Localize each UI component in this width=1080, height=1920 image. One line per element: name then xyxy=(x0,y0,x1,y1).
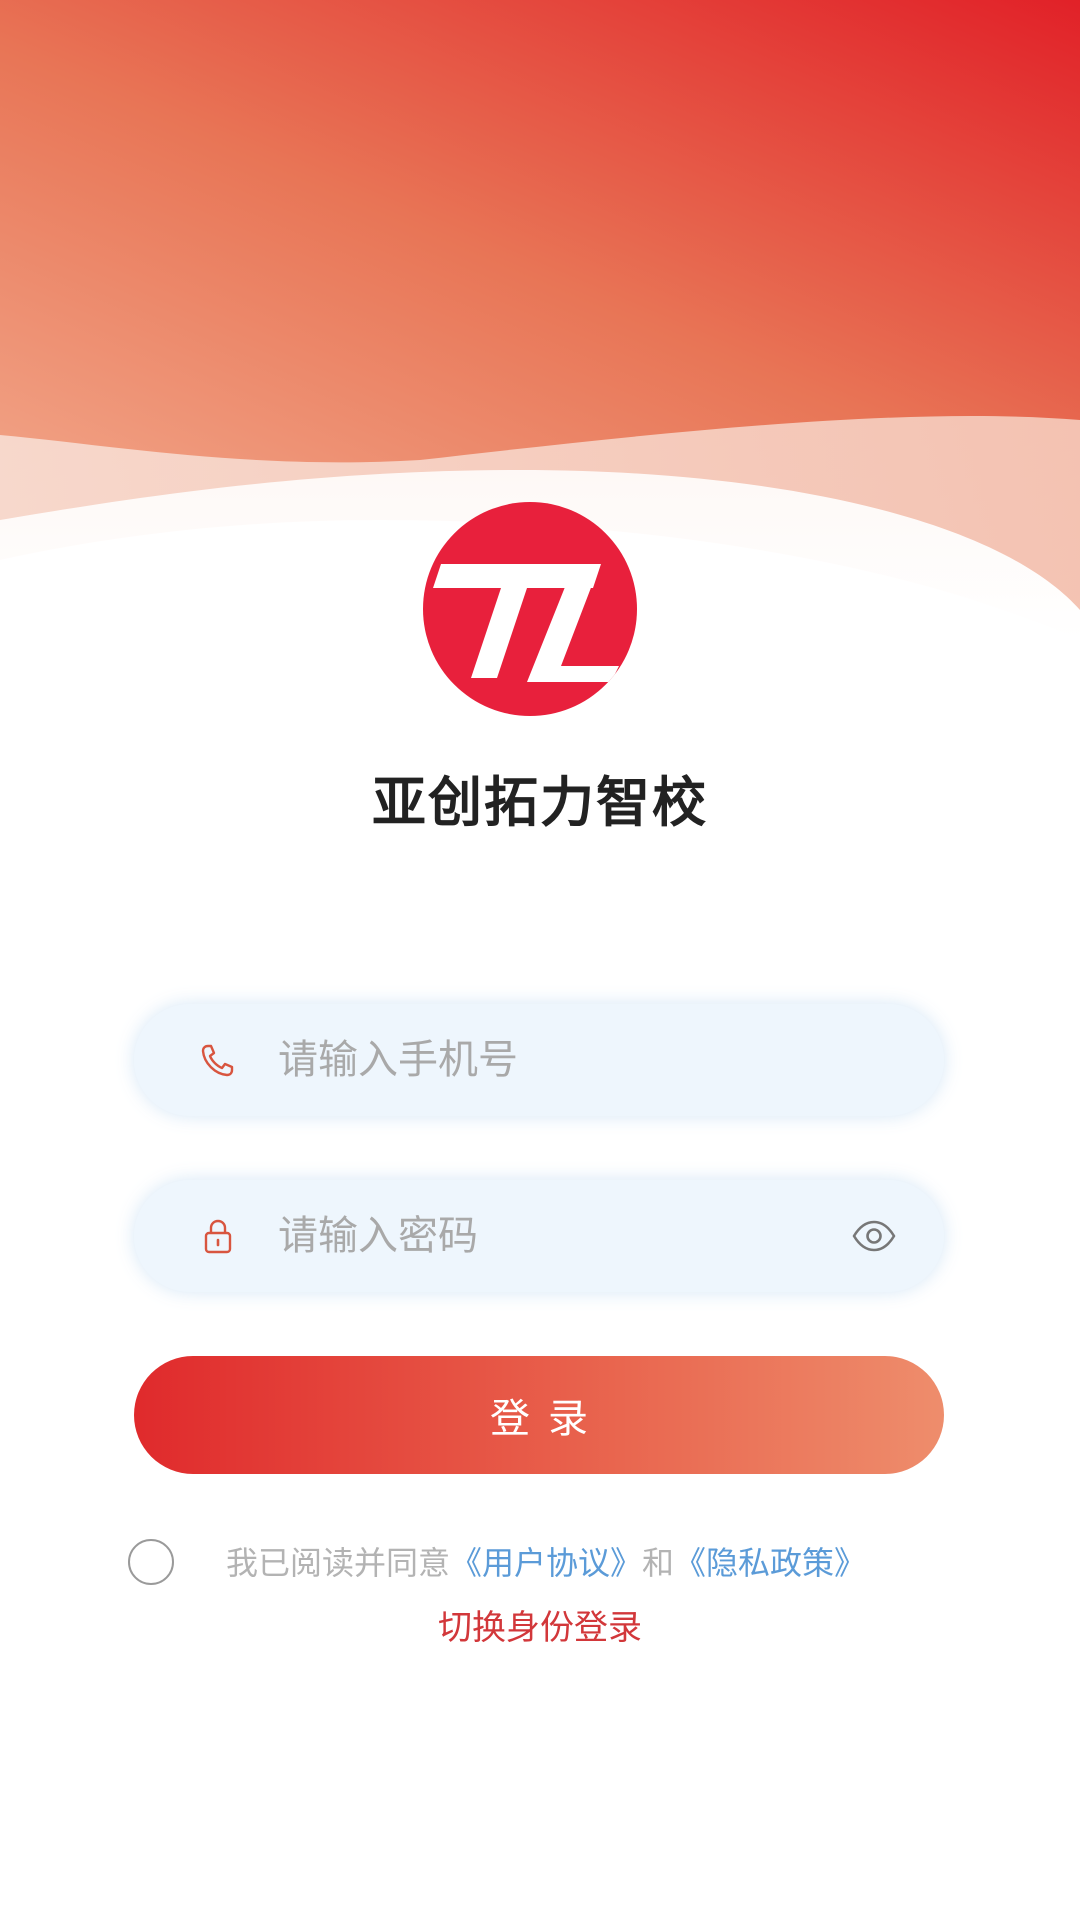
agreement-row: 我已阅读并同意《用户协议》和《隐私政策》 xyxy=(128,1535,958,1591)
phone-field[interactable] xyxy=(134,1004,944,1116)
password-field[interactable] xyxy=(134,1180,944,1292)
phone-input[interactable] xyxy=(278,1004,838,1116)
switch-role-link[interactable]: 切换身份登录 xyxy=(0,1600,1080,1649)
password-input[interactable] xyxy=(278,1180,838,1292)
login-button[interactable]: 登录 xyxy=(134,1356,944,1474)
phone-icon xyxy=(201,1044,234,1077)
app-title: 亚创拓力智校 xyxy=(372,771,708,834)
lock-icon xyxy=(204,1219,232,1254)
eye-icon[interactable] xyxy=(850,1214,898,1258)
privacy-policy-link[interactable]: 《隐私政策》 xyxy=(674,1544,866,1582)
agreement-text: 我已阅读并同意《用户协议》和《隐私政策》 xyxy=(226,1535,866,1591)
app-logo xyxy=(423,502,637,716)
agreement-radio[interactable] xyxy=(128,1539,174,1585)
user-agreement-link[interactable]: 《用户协议》 xyxy=(450,1544,642,1582)
agreement-connector: 和 xyxy=(642,1544,675,1582)
agreement-prefix: 我已阅读并同意 xyxy=(226,1544,451,1582)
